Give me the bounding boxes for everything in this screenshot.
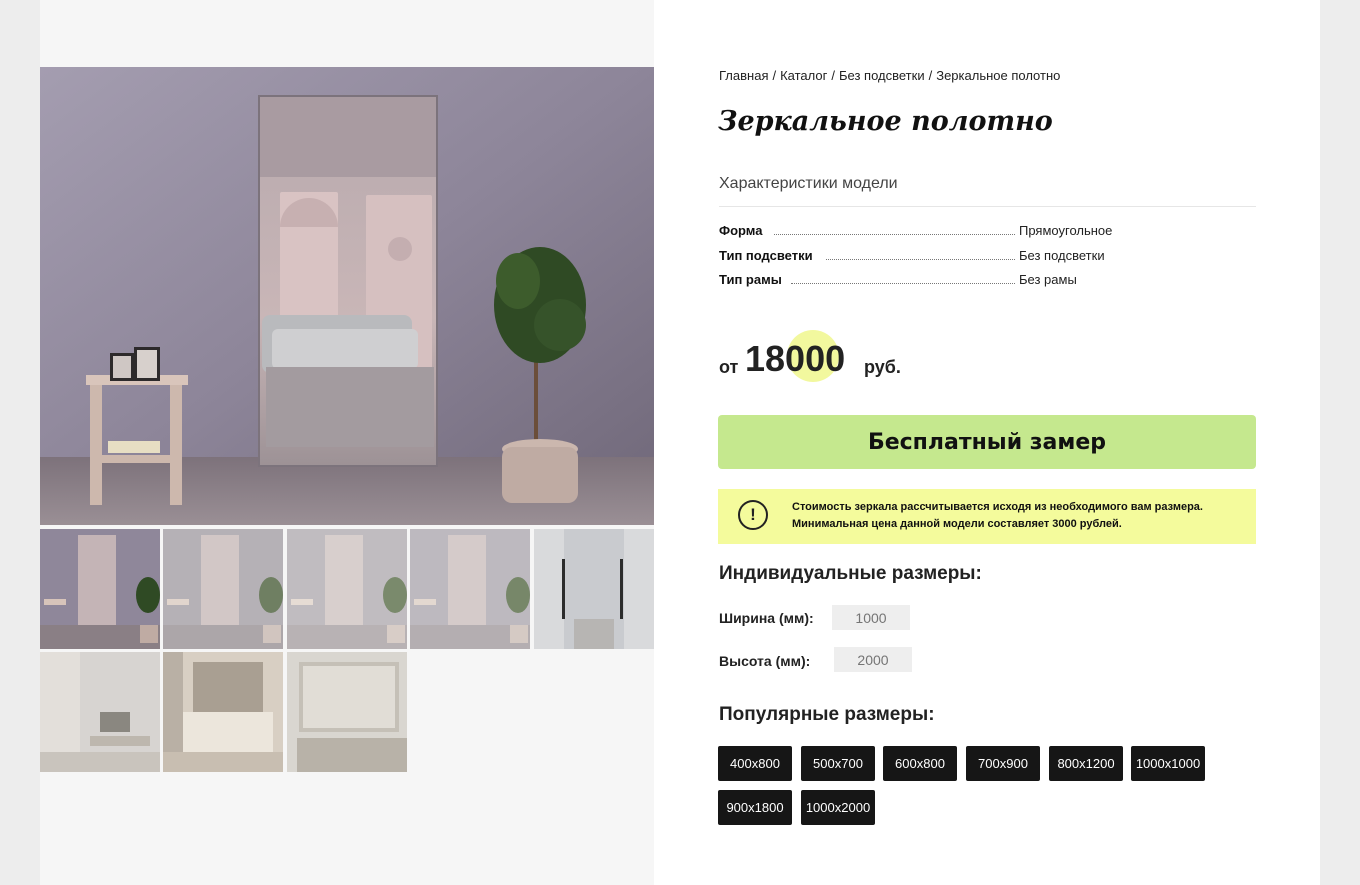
spec-value: Без рамы bbox=[1019, 272, 1077, 287]
gallery-thumbnail[interactable] bbox=[163, 529, 283, 649]
notice-text-line2: Минимальная цена данной модели составляе… bbox=[792, 518, 1122, 530]
spec-dots bbox=[774, 234, 1015, 235]
height-input[interactable] bbox=[834, 647, 912, 672]
breadcrumb-home-link[interactable]: Главная bbox=[719, 68, 768, 83]
free-measure-button[interactable]: Бесплатный замер bbox=[718, 415, 1256, 469]
spec-key: Тип подсветки bbox=[719, 248, 813, 263]
height-label: Высота (мм): bbox=[719, 653, 811, 669]
spec-row: Тип рамы Без рамы bbox=[719, 272, 1257, 288]
gallery-thumbnail[interactable] bbox=[163, 652, 283, 772]
price-prefix: от bbox=[719, 357, 739, 377]
exclamation-circle-icon: ! bbox=[738, 500, 768, 530]
price-value: 18000 bbox=[745, 338, 846, 379]
main-product-image[interactable] bbox=[40, 67, 654, 525]
breadcrumb-current: Зеркальное полотно bbox=[936, 68, 1061, 83]
custom-sizes-heading: Индивидуальные размеры: bbox=[719, 563, 982, 584]
notice-text-line1: Стоимость зеркала рассчитывается исходя … bbox=[792, 501, 1203, 513]
spec-key: Форма bbox=[719, 223, 763, 238]
size-option-button[interactable]: 600x800 bbox=[883, 746, 957, 781]
page-title: Зеркальное полотно bbox=[718, 106, 1053, 137]
spec-dots bbox=[826, 259, 1015, 260]
spec-dots bbox=[791, 283, 1015, 284]
size-option-button[interactable]: 1000x1000 bbox=[1131, 746, 1205, 781]
gallery-thumbnail[interactable] bbox=[40, 652, 160, 772]
gallery-thumbnail[interactable] bbox=[287, 652, 407, 772]
size-option-button[interactable]: 400x800 bbox=[718, 746, 792, 781]
gallery-thumbnail[interactable] bbox=[534, 529, 654, 649]
spec-key: Тип рамы bbox=[719, 272, 782, 287]
price-currency: руб. bbox=[864, 357, 901, 377]
product-info-panel: Главная / Каталог / Без подсветки / Зеркальное… bbox=[654, 0, 1320, 885]
popular-sizes-heading: Популярные размеры: bbox=[719, 704, 935, 725]
breadcrumb-separator: / bbox=[831, 68, 835, 83]
breadcrumb-separator: / bbox=[928, 68, 933, 83]
product-gallery bbox=[40, 0, 654, 885]
spec-row: Тип подсветки Без подсветки bbox=[719, 248, 1257, 264]
size-option-button[interactable]: 700x900 bbox=[966, 746, 1040, 781]
gallery-thumbnail[interactable] bbox=[287, 529, 407, 649]
breadcrumb-separator: / bbox=[772, 68, 777, 83]
price-notice: ! Стоимость зеркала рассчитывается исход… bbox=[718, 489, 1256, 544]
specs-heading: Характеристики модели bbox=[719, 175, 898, 192]
size-option-button[interactable]: 800x1200 bbox=[1049, 746, 1123, 781]
spec-value: Без подсветки bbox=[1019, 248, 1105, 263]
size-option-button[interactable]: 1000x2000 bbox=[801, 790, 875, 825]
gallery-thumbnail[interactable] bbox=[40, 529, 160, 649]
breadcrumb-category-link[interactable]: Без подсветки bbox=[839, 68, 925, 83]
gallery-thumbnail[interactable] bbox=[410, 529, 530, 649]
width-input[interactable] bbox=[832, 605, 910, 630]
breadcrumb-catalog-link[interactable]: Каталог bbox=[780, 68, 827, 83]
size-option-button[interactable]: 500x700 bbox=[801, 746, 875, 781]
breadcrumb: Главная / Каталог / Без подсветки / Зеркальное… bbox=[719, 68, 1060, 83]
spec-row: Форма Прямоугольное bbox=[719, 223, 1257, 239]
width-label: Ширина (мм): bbox=[719, 610, 814, 626]
spec-value: Прямоугольное bbox=[1019, 223, 1113, 238]
specs-divider bbox=[719, 206, 1256, 207]
size-option-button[interactable]: 900x1800 bbox=[718, 790, 792, 825]
